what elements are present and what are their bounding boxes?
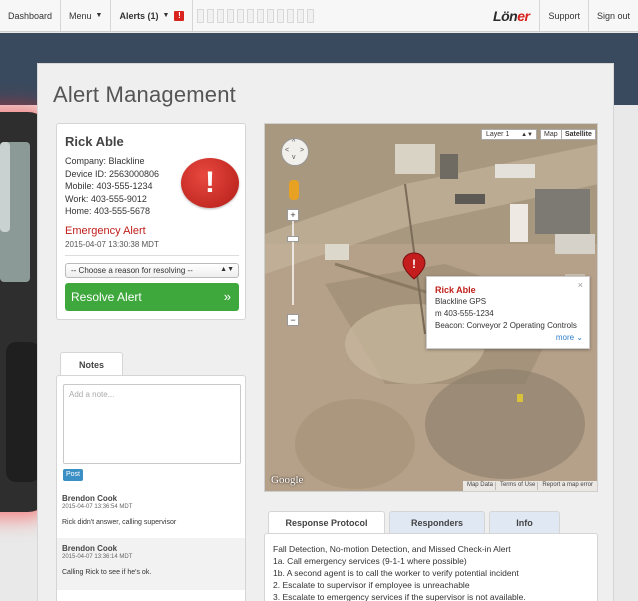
pan-control[interactable]: ^ < > v (281, 138, 309, 166)
divider (65, 255, 239, 256)
protocol-line: Fall Detection, No-motion Detection, and… (273, 544, 511, 554)
protocol-line: 1b. A second agent is to call the worker… (273, 568, 519, 578)
pan-right-icon[interactable]: > (300, 147, 304, 154)
support-link[interactable]: Support (539, 0, 588, 31)
note-text: Rick didn't answer, calling supervisor (62, 519, 177, 526)
map-attribution: Map Data Terms of Use Report a map error (462, 481, 597, 491)
layer-value: Layer 1 (486, 131, 510, 138)
svg-text:!: ! (412, 257, 416, 271)
more-link[interactable]: more ⌄ (556, 332, 583, 344)
protocol-panel: Fall Detection, No-motion Detection, and… (264, 533, 598, 601)
exclamation-icon: ! (181, 158, 239, 208)
sign-out-link[interactable]: Sign out (587, 0, 638, 31)
google-logo: Google (271, 474, 304, 486)
note-item: Brendon Cook 2015-04-07 13:36:14 MDT Cal… (57, 538, 245, 590)
nav-alerts[interactable]: Alerts (1) ▼! (111, 0, 194, 31)
street-view-pegman-icon[interactable] (289, 180, 299, 200)
resolve-reason-value: -- Choose a reason for resolving -- (71, 266, 193, 275)
zoom-out-button[interactable]: − (287, 314, 299, 326)
caret-down-icon: ▼ (162, 12, 170, 19)
alert-type: Emergency Alert (65, 225, 146, 237)
pan-left-icon[interactable]: < (285, 147, 289, 154)
tab-responders[interactable]: Responders (389, 511, 485, 534)
pan-down-icon[interactable]: v (292, 154, 296, 161)
alert-card: Rick Able Company: Blackline Device ID: … (56, 123, 246, 320)
protocol-line: 3. Escalate to emergency services if the… (273, 592, 526, 601)
note-item: Brendon Cook 2015-04-07 13:36:54 MDT Ric… (57, 488, 245, 532)
layer-select[interactable]: Layer 1 ▲▼ (481, 129, 537, 140)
protocol-line: 1a. Call emergency services (9-1-1 where… (273, 556, 467, 566)
top-nav: Dashboard Menu ▼ Alerts (1) ▼! Lön er Suppo… (0, 0, 638, 32)
map-data-link[interactable]: Map Data (465, 482, 496, 490)
note-input[interactable] (63, 384, 241, 464)
note-time: 2015-04-07 13:36:54 MDT (62, 504, 133, 510)
device-id: Device ID: 2563000806 (65, 168, 160, 179)
select-arrows-icon: ▲▼ (220, 266, 234, 273)
protocol-line: 2. Escalate to supervisor if employee is… (273, 580, 470, 590)
brand-logo: Lön er (493, 7, 530, 24)
nav-menu-label: Menu (69, 10, 92, 21)
nav-dashboard-label: Dashboard (8, 10, 53, 21)
map-type-satellite-button[interactable]: Satellite (561, 129, 596, 140)
alert-badge: ! (174, 10, 185, 21)
note-time: 2015-04-07 13:36:14 MDT (62, 554, 133, 560)
map-info-popup: Rick Able Blackline GPS m 403-555-1234 B… (426, 276, 590, 349)
note-text: Calling Rick to see if he's ok. (62, 569, 152, 576)
zoom-in-button[interactable]: + (287, 209, 299, 221)
map-type-map-button[interactable]: Map (540, 129, 562, 140)
tab-notes[interactable]: Notes (60, 352, 123, 376)
resolve-alert-button[interactable]: Resolve Alert » (65, 283, 239, 311)
page-title: Alert Management (53, 82, 236, 107)
notes-panel: Post Brendon Cook 2015-04-07 13:36:54 MD… (56, 375, 246, 601)
caret-down-icon: ▼ (95, 12, 103, 19)
post-note-button[interactable]: Post (63, 469, 83, 481)
location-pin-icon[interactable]: ! (402, 252, 426, 280)
popup-beacon: Beacon: Conveyor 2 Operating Controls (435, 321, 577, 330)
double-chevron-icon: » (223, 289, 231, 304)
worker-info: Company: Blackline Device ID: 2563000806… (65, 155, 159, 218)
alert-time: 2015-04-07 13:30:38 MDT (65, 240, 159, 249)
nav-menu[interactable]: Menu ▼ (61, 0, 112, 31)
close-icon[interactable]: × (578, 279, 583, 291)
zoom-slider-track[interactable] (292, 221, 294, 305)
resolve-reason-select[interactable]: -- Choose a reason for resolving -- ▲▼ (65, 263, 239, 278)
work-phone: Work: 403-555-9012 (65, 193, 147, 204)
nav-alerts-label: Alerts (1) (119, 10, 159, 21)
map-view[interactable]: Layer 1 ▲▼ Map Satellite ^ < > v + − ! Ri… (264, 123, 598, 492)
company: Company: Blackline (65, 156, 145, 166)
popup-phone: m 403-555-1234 (435, 309, 494, 318)
popup-name: Rick Able (435, 285, 476, 295)
tab-info[interactable]: Info (489, 511, 560, 534)
worker-name: Rick Able (65, 134, 124, 149)
home-phone: Home: 403-555-5678 (65, 206, 151, 216)
pan-up-icon[interactable]: ^ (292, 139, 295, 146)
mobile-phone: Mobile: 403-555-1234 (65, 181, 153, 191)
note-author: Brendon Cook (62, 494, 118, 503)
note-author: Brendon Cook (62, 544, 118, 553)
terms-of-use-link[interactable]: Terms of Use (498, 482, 539, 490)
info-tabs: Response Protocol Responders Info (268, 511, 560, 534)
tab-response-protocol[interactable]: Response Protocol (268, 511, 385, 534)
resolve-alert-label: Resolve Alert (71, 290, 142, 304)
popup-source: Blackline GPS (435, 297, 487, 306)
main-panel: Alert Management Rick Able Company: Blac… (37, 63, 614, 601)
zoom-slider-handle[interactable] (287, 236, 299, 242)
nav-dashboard[interactable]: Dashboard (0, 0, 62, 31)
select-arrows-icon: ▲▼ (521, 132, 533, 138)
report-map-error-link[interactable]: Report a map error (540, 482, 595, 490)
ghost-tabs (197, 0, 315, 31)
